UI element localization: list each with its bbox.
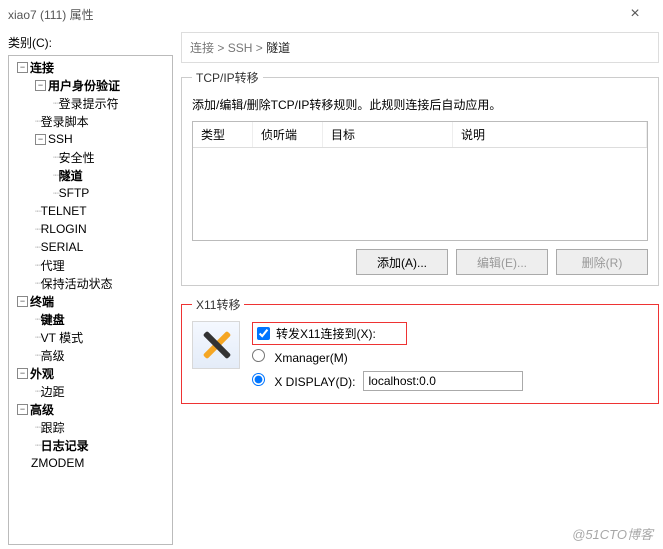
tree-serial[interactable]: SERIAL bbox=[41, 240, 84, 254]
tree-appearance[interactable]: 外观 bbox=[30, 365, 54, 382]
tree-terminal[interactable]: 终端 bbox=[30, 293, 54, 310]
category-tree[interactable]: −连接 −用户身份验证 ┈登录提示符 ┈登录脚本 −SSH ┈安全性 bbox=[8, 55, 173, 545]
rules-table[interactable]: 类型 侦听端 目标 说明 bbox=[192, 121, 648, 241]
tree-proxy[interactable]: 代理 bbox=[41, 257, 65, 274]
tcpip-desc: 添加/编辑/删除TCP/IP转移规则。此规则连接后自动应用。 bbox=[192, 96, 648, 113]
add-button[interactable]: 添加(A)... bbox=[356, 249, 448, 275]
close-icon[interactable]: × bbox=[615, 5, 655, 23]
tree-tunnel[interactable]: 隧道 bbox=[59, 167, 83, 184]
xdisplay-radio[interactable] bbox=[252, 373, 265, 386]
titlebar: xiao7 (111) 属性 × bbox=[0, 0, 663, 28]
forward-x11-checkbox[interactable] bbox=[257, 327, 270, 340]
breadcrumb-b: SSH bbox=[228, 41, 253, 55]
xdisplay-input[interactable] bbox=[363, 371, 523, 391]
expand-icon[interactable]: − bbox=[35, 134, 46, 145]
col-type[interactable]: 类型 bbox=[193, 122, 253, 147]
tcpip-legend: TCP/IP转移 bbox=[192, 69, 263, 86]
x11-group: X11转移 转发X11连接到(X): Xmanager(M) bbox=[181, 296, 659, 404]
col-desc[interactable]: 说明 bbox=[453, 122, 647, 147]
right-pane: 连接 > SSH > 隧道 TCP/IP转移 添加/编辑/删除TCP/IP转移规… bbox=[173, 32, 659, 545]
expand-icon[interactable]: − bbox=[17, 404, 28, 415]
tree-sftp[interactable]: SFTP bbox=[59, 186, 90, 200]
tree-login-script[interactable]: 登录脚本 bbox=[41, 113, 89, 130]
tree-keyboard[interactable]: 键盘 bbox=[41, 311, 65, 328]
tree-login-prompt[interactable]: 登录提示符 bbox=[59, 95, 119, 112]
content: 类别(C): −连接 −用户身份验证 ┈登录提示符 ┈登录脚本 −SSH bbox=[0, 28, 663, 549]
tcpip-group: TCP/IP转移 添加/编辑/删除TCP/IP转移规则。此规则连接后自动应用。 … bbox=[181, 69, 659, 286]
forward-x11-option[interactable]: 转发X11连接到(X): bbox=[252, 322, 407, 345]
expand-icon[interactable]: − bbox=[17, 62, 28, 73]
tree-advanced[interactable]: 高级 bbox=[30, 401, 54, 418]
breadcrumb: 连接 > SSH > 隧道 bbox=[181, 32, 659, 63]
x11-legend: X11转移 bbox=[192, 296, 244, 313]
xdisplay-label: X DISPLAY(D): bbox=[274, 375, 355, 389]
breadcrumb-a: 连接 bbox=[190, 41, 214, 55]
tree-zmodem[interactable]: ZMODEM bbox=[31, 456, 84, 470]
tree-connection[interactable]: 连接 bbox=[30, 59, 54, 76]
xmanager-option[interactable]: Xmanager(M) bbox=[252, 349, 348, 365]
category-label: 类别(C): bbox=[8, 34, 173, 51]
xmanager-label: Xmanager(M) bbox=[274, 351, 347, 365]
col-listen[interactable]: 侦听端 bbox=[253, 122, 323, 147]
forward-x11-label: 转发X11连接到(X): bbox=[276, 325, 376, 342]
tree-telnet[interactable]: TELNET bbox=[41, 204, 87, 218]
tree-ssh[interactable]: SSH bbox=[48, 132, 73, 146]
tree-trace[interactable]: 跟踪 bbox=[41, 419, 65, 436]
tree-logging[interactable]: 日志记录 bbox=[41, 437, 89, 454]
delete-button[interactable]: 删除(R) bbox=[556, 249, 648, 275]
left-pane: 类别(C): −连接 −用户身份验证 ┈登录提示符 ┈登录脚本 −SSH bbox=[8, 32, 173, 545]
breadcrumb-c: 隧道 bbox=[266, 41, 290, 55]
tree-rlogin[interactable]: RLOGIN bbox=[41, 222, 87, 236]
col-target[interactable]: 目标 bbox=[323, 122, 453, 147]
table-header: 类型 侦听端 目标 说明 bbox=[193, 122, 647, 148]
tree-term-advanced[interactable]: 高级 bbox=[41, 347, 65, 364]
tree-margin[interactable]: 边距 bbox=[41, 383, 65, 400]
tree-security[interactable]: 安全性 bbox=[59, 149, 95, 166]
xdisplay-option[interactable]: X DISPLAY(D): bbox=[252, 373, 355, 389]
edit-button[interactable]: 编辑(E)... bbox=[456, 249, 548, 275]
x11-icon bbox=[192, 321, 240, 369]
expand-icon[interactable]: − bbox=[17, 296, 28, 307]
expand-icon[interactable]: − bbox=[35, 80, 46, 91]
tree-auth[interactable]: 用户身份验证 bbox=[48, 77, 120, 94]
expand-icon[interactable]: − bbox=[17, 368, 28, 379]
tree-keepalive[interactable]: 保持活动状态 bbox=[41, 275, 113, 292]
tree-vtmode[interactable]: VT 模式 bbox=[41, 329, 83, 346]
window-title: xiao7 (111) 属性 bbox=[8, 6, 615, 23]
xmanager-radio[interactable] bbox=[252, 349, 265, 362]
